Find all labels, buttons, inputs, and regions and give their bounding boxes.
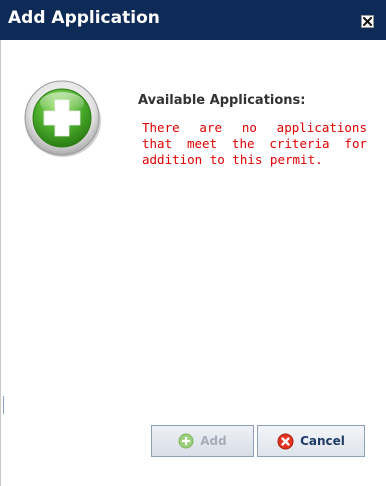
dialog-title: Add Application [8, 8, 160, 28]
dialog-titlebar: Add Application [0, 0, 386, 40]
close-button[interactable] [361, 15, 374, 28]
add-circle-icon [178, 433, 194, 449]
add-plus-icon [22, 79, 104, 159]
add-button-label: Add [200, 434, 227, 448]
add-button[interactable]: Add [151, 425, 254, 457]
cancel-button-label: Cancel [300, 434, 345, 448]
add-application-dialog: Add Application Available Applications: … [0, 0, 386, 486]
cancel-button[interactable]: Cancel [257, 425, 365, 457]
resize-handle-mark [3, 396, 4, 414]
no-applications-message: There are no applications that meet the … [142, 120, 367, 168]
message-line: that meet the criteria for [142, 136, 367, 151]
message-line: There are no applications [142, 120, 367, 135]
cancel-x-icon [277, 433, 294, 449]
dialog-left-border [0, 40, 1, 486]
close-icon [363, 17, 372, 26]
message-line: addition to this permit. [142, 152, 323, 167]
available-applications-heading: Available Applications: [138, 93, 306, 108]
